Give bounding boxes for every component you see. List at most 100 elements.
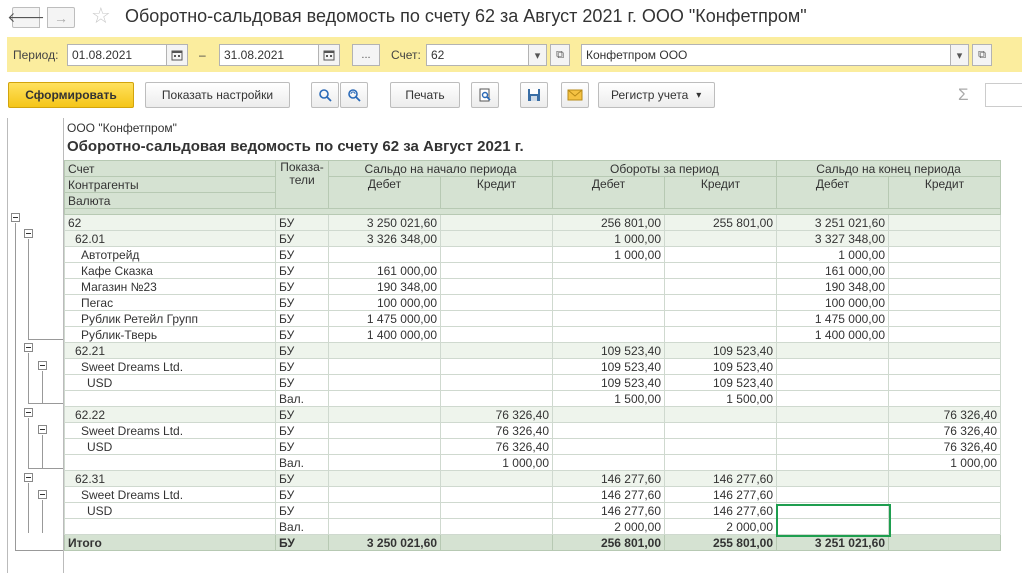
row-amount-cell[interactable] — [776, 486, 889, 503]
date-to-calendar-button[interactable] — [318, 44, 340, 66]
row-amount-cell[interactable]: 76 326,40 — [888, 422, 1001, 439]
row-amount-cell[interactable]: 146 277,60 — [552, 486, 665, 503]
row-amount-cell[interactable]: 109 523,40 — [664, 342, 777, 359]
row-amount-cell[interactable] — [440, 358, 553, 375]
collapse-62-icon[interactable] — [11, 213, 20, 222]
date-from-input[interactable]: 01.08.2021 — [67, 44, 167, 66]
row-amount-cell[interactable]: 109 523,40 — [552, 342, 665, 359]
row-amount-cell[interactable] — [440, 470, 553, 487]
row-indicator-cell[interactable]: БУ — [275, 214, 329, 231]
row-indicator-cell[interactable]: Вал. — [275, 518, 329, 535]
row-amount-cell[interactable] — [552, 294, 665, 311]
row-amount-cell[interactable] — [552, 406, 665, 423]
row-account-cell[interactable]: USD — [64, 502, 276, 519]
row-amount-cell[interactable]: 1 475 000,00 — [328, 310, 441, 327]
row-amount-cell[interactable] — [664, 454, 777, 471]
total-cell[interactable]: 3 250 021,60 — [328, 534, 441, 551]
row-amount-cell[interactable] — [664, 326, 777, 343]
row-amount-cell[interactable]: 1 000,00 — [552, 246, 665, 263]
row-indicator-cell[interactable]: БУ — [275, 342, 329, 359]
row-indicator-cell[interactable]: БУ — [275, 486, 329, 503]
row-amount-cell[interactable] — [440, 310, 553, 327]
table-row[interactable]: USD БУ 146 277,60 146 277,60 — [64, 502, 1001, 519]
total-cell[interactable]: БУ — [275, 534, 329, 551]
collapse-6231-icon[interactable] — [24, 473, 33, 482]
table-row[interactable]: Магазин №23 БУ 190 348,00 190 348,00 — [64, 278, 1001, 295]
row-amount-cell[interactable]: 146 277,60 — [664, 486, 777, 503]
row-amount-cell[interactable] — [776, 422, 889, 439]
row-amount-cell[interactable] — [776, 438, 889, 455]
row-account-cell[interactable]: Пегас — [64, 294, 276, 311]
row-amount-cell[interactable]: 1 000,00 — [552, 230, 665, 247]
row-amount-cell[interactable] — [776, 358, 889, 375]
row-amount-cell[interactable] — [888, 470, 1001, 487]
table-row[interactable]: Вал. 2 000,00 2 000,00 — [64, 518, 1001, 535]
row-amount-cell[interactable]: 1 500,00 — [664, 390, 777, 407]
table-row[interactable]: 62.01 БУ 3 326 348,00 1 000,00 3 327 348,00 — [64, 230, 1001, 247]
row-amount-cell[interactable] — [888, 278, 1001, 295]
table-row[interactable]: USD БУ 76 326,40 76 326,40 — [64, 438, 1001, 455]
collapse-6201-icon[interactable] — [24, 229, 33, 238]
row-amount-cell[interactable]: 1 475 000,00 — [776, 310, 889, 327]
row-amount-cell[interactable] — [440, 294, 553, 311]
row-amount-cell[interactable] — [664, 406, 777, 423]
print-button[interactable]: Печать — [390, 82, 460, 108]
row-amount-cell[interactable] — [888, 246, 1001, 263]
row-amount-cell[interactable] — [440, 374, 553, 391]
total-label[interactable]: Итого — [64, 534, 276, 551]
row-amount-cell[interactable] — [776, 502, 889, 519]
row-indicator-cell[interactable]: БУ — [275, 502, 329, 519]
row-amount-cell[interactable]: 109 523,40 — [552, 374, 665, 391]
row-amount-cell[interactable]: 109 523,40 — [552, 358, 665, 375]
row-indicator-cell[interactable]: БУ — [275, 406, 329, 423]
row-amount-cell[interactable] — [328, 374, 441, 391]
row-account-cell[interactable]: Автотрейд — [64, 246, 276, 263]
row-amount-cell[interactable] — [328, 470, 441, 487]
row-amount-cell[interactable]: 1 000,00 — [888, 454, 1001, 471]
row-indicator-cell[interactable]: БУ — [275, 246, 329, 263]
account-open-button[interactable]: ⧉ — [550, 44, 570, 66]
table-row[interactable]: Sweet Dreams Ltd. БУ 109 523,40 109 523,40 — [64, 358, 1001, 375]
row-indicator-cell[interactable]: БУ — [275, 326, 329, 343]
row-amount-cell[interactable] — [664, 438, 777, 455]
generate-button[interactable]: Сформировать — [8, 82, 134, 108]
row-amount-cell[interactable] — [552, 454, 665, 471]
row-amount-cell[interactable] — [440, 342, 553, 359]
table-row[interactable]: Рублик Ретейл Групп БУ 1 475 000,00 1 475 0… — [64, 310, 1001, 327]
row-amount-cell[interactable]: 256 801,00 — [552, 214, 665, 231]
row-account-cell[interactable] — [64, 454, 276, 471]
row-amount-cell[interactable] — [664, 246, 777, 263]
row-amount-cell[interactable] — [888, 518, 1001, 535]
row-account-cell[interactable]: 62.31 — [64, 470, 276, 487]
row-amount-cell[interactable]: 161 000,00 — [776, 262, 889, 279]
row-amount-cell[interactable] — [552, 422, 665, 439]
row-account-cell[interactable] — [64, 518, 276, 535]
row-amount-cell[interactable] — [664, 262, 777, 279]
table-row[interactable]: Рублик-Тверь БУ 1 400 000,00 1 400 000,00 — [64, 326, 1001, 343]
search-replace-button[interactable] — [340, 82, 368, 108]
row-amount-cell[interactable]: 146 277,60 — [552, 502, 665, 519]
row-amount-cell[interactable] — [552, 326, 665, 343]
row-amount-cell[interactable] — [888, 294, 1001, 311]
search-button[interactable] — [311, 82, 339, 108]
table-row[interactable]: Вал. 1 000,00 1 000,00 — [64, 454, 1001, 471]
row-amount-cell[interactable]: 109 523,40 — [664, 358, 777, 375]
row-amount-cell[interactable]: 109 523,40 — [664, 374, 777, 391]
row-amount-cell[interactable] — [328, 358, 441, 375]
table-row[interactable]: Пегас БУ 100 000,00 100 000,00 — [64, 294, 1001, 311]
row-amount-cell[interactable] — [328, 454, 441, 471]
row-amount-cell[interactable]: 1 500,00 — [552, 390, 665, 407]
row-amount-cell[interactable] — [440, 486, 553, 503]
row-amount-cell[interactable] — [776, 374, 889, 391]
row-amount-cell[interactable]: 161 000,00 — [328, 262, 441, 279]
row-amount-cell[interactable] — [888, 326, 1001, 343]
row-account-cell[interactable]: 62.01 — [64, 230, 276, 247]
row-amount-cell[interactable] — [888, 358, 1001, 375]
row-amount-cell[interactable] — [328, 502, 441, 519]
row-account-cell[interactable]: Sweet Dreams Ltd. — [64, 486, 276, 503]
table-row[interactable]: 62 БУ 3 250 021,60 256 801,00 255 801,00 3 25… — [64, 214, 1001, 231]
row-amount-cell[interactable]: 146 277,60 — [552, 470, 665, 487]
collapse-6222-icon[interactable] — [24, 408, 33, 417]
date-from-calendar-button[interactable] — [166, 44, 188, 66]
row-indicator-cell[interactable]: БУ — [275, 230, 329, 247]
